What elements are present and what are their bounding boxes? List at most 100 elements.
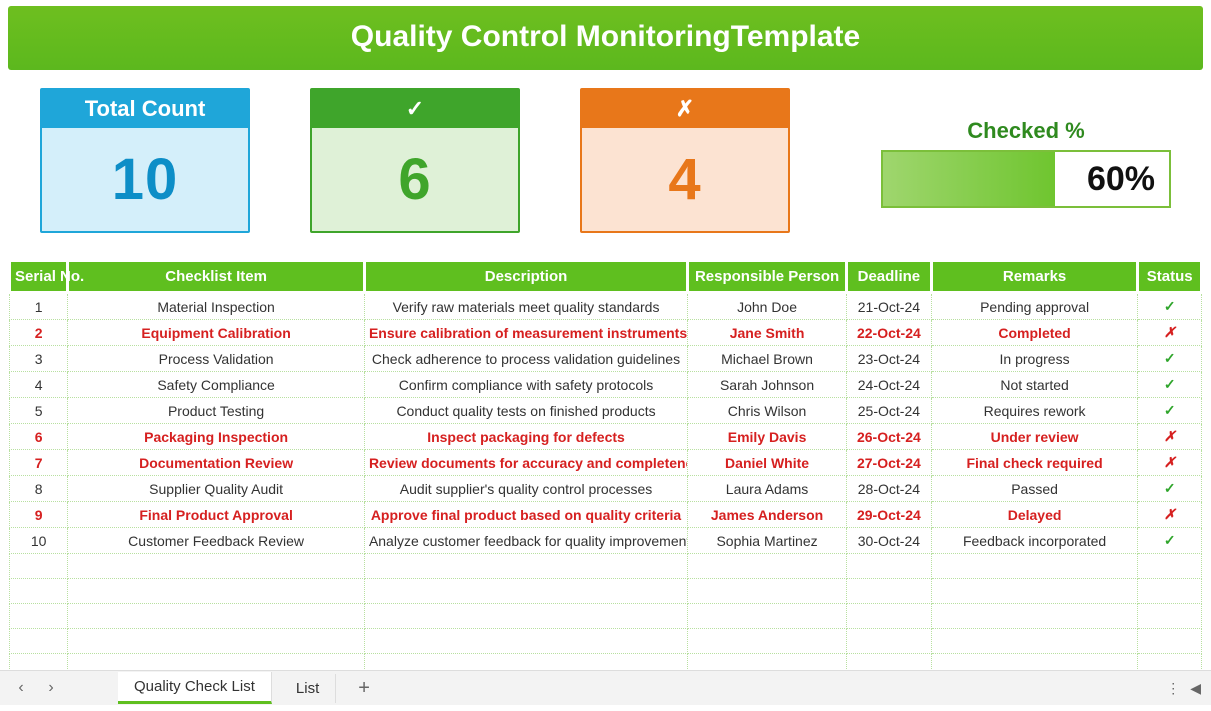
cell-item[interactable]: Process Validation — [68, 346, 365, 372]
header-status[interactable]: Status — [1138, 261, 1202, 293]
empty-cell[interactable] — [1138, 554, 1202, 579]
cell-deadline[interactable]: 21-Oct-24 — [847, 293, 932, 320]
cell-deadline[interactable]: 24-Oct-24 — [847, 372, 932, 398]
empty-cell[interactable] — [68, 604, 365, 629]
empty-cell[interactable] — [931, 604, 1138, 629]
cell-remarks[interactable]: Under review — [931, 424, 1138, 450]
cell-item[interactable]: Final Product Approval — [68, 502, 365, 528]
empty-cell[interactable] — [68, 629, 365, 654]
cell-person[interactable]: Sophia Martinez — [688, 528, 847, 554]
cell-remarks[interactable]: Completed — [931, 320, 1138, 346]
cell-serial[interactable]: 8 — [10, 476, 68, 502]
cell-remarks[interactable]: Feedback incorporated — [931, 528, 1138, 554]
table-row-empty[interactable] — [10, 604, 1202, 629]
table-row[interactable]: 2Equipment CalibrationEnsure calibration… — [10, 320, 1202, 346]
cell-remarks[interactable]: Pending approval — [931, 293, 1138, 320]
cell-desc[interactable]: Check adherence to process validation gu… — [364, 346, 687, 372]
cell-remarks[interactable]: Delayed — [931, 502, 1138, 528]
cell-item[interactable]: Product Testing — [68, 398, 365, 424]
cell-status[interactable]: ✓ — [1138, 346, 1202, 372]
table-row[interactable]: 6Packaging InspectionInspect packaging f… — [10, 424, 1202, 450]
cell-desc[interactable]: Verify raw materials meet quality standa… — [364, 293, 687, 320]
cell-serial[interactable]: 5 — [10, 398, 68, 424]
collapse-left-icon[interactable]: ◀ — [1190, 680, 1201, 697]
cell-desc[interactable]: Confirm compliance with safety protocols — [364, 372, 687, 398]
empty-cell[interactable] — [364, 579, 687, 604]
cell-desc[interactable]: Inspect packaging for defects — [364, 424, 687, 450]
empty-cell[interactable] — [847, 554, 932, 579]
tab-quality-check-list[interactable]: Quality Check List — [118, 672, 272, 704]
cell-desc[interactable]: Analyze customer feedback for quality im… — [364, 528, 687, 554]
empty-cell[interactable] — [847, 629, 932, 654]
empty-cell[interactable] — [10, 554, 68, 579]
cell-serial[interactable]: 3 — [10, 346, 68, 372]
cell-person[interactable]: Laura Adams — [688, 476, 847, 502]
cell-remarks[interactable]: In progress — [931, 346, 1138, 372]
cell-serial[interactable]: 2 — [10, 320, 68, 346]
cell-item[interactable]: Supplier Quality Audit — [68, 476, 365, 502]
header-serial[interactable]: Serial No. — [10, 261, 68, 293]
checklist-table[interactable]: Serial No. Checklist Item Description Re… — [8, 259, 1203, 679]
cell-status[interactable]: ✓ — [1138, 528, 1202, 554]
empty-cell[interactable] — [364, 604, 687, 629]
empty-cell[interactable] — [931, 554, 1138, 579]
cell-status[interactable]: ✓ — [1138, 398, 1202, 424]
table-row-empty[interactable] — [10, 554, 1202, 579]
cell-serial[interactable]: 7 — [10, 450, 68, 476]
cell-remarks[interactable]: Requires rework — [931, 398, 1138, 424]
empty-cell[interactable] — [847, 579, 932, 604]
cell-remarks[interactable]: Passed — [931, 476, 1138, 502]
empty-cell[interactable] — [1138, 629, 1202, 654]
cell-desc[interactable]: Ensure calibration of measurement instru… — [364, 320, 687, 346]
add-sheet-button[interactable]: + — [344, 677, 384, 700]
empty-cell[interactable] — [364, 629, 687, 654]
cell-desc[interactable]: Approve final product based on quality c… — [364, 502, 687, 528]
cell-item[interactable]: Documentation Review — [68, 450, 365, 476]
table-row[interactable]: 8Supplier Quality AuditAudit supplier's … — [10, 476, 1202, 502]
cell-remarks[interactable]: Not started — [931, 372, 1138, 398]
empty-cell[interactable] — [10, 579, 68, 604]
header-remarks[interactable]: Remarks — [931, 261, 1138, 293]
cell-deadline[interactable]: 26-Oct-24 — [847, 424, 932, 450]
cell-desc[interactable]: Conduct quality tests on finished produc… — [364, 398, 687, 424]
cell-person[interactable]: Emily Davis — [688, 424, 847, 450]
cell-status[interactable]: ✓ — [1138, 372, 1202, 398]
cell-deadline[interactable]: 27-Oct-24 — [847, 450, 932, 476]
empty-cell[interactable] — [1138, 579, 1202, 604]
cell-status[interactable]: ✗ — [1138, 502, 1202, 528]
tab-nav-prev[interactable]: ‹ — [10, 679, 32, 697]
cell-serial[interactable]: 9 — [10, 502, 68, 528]
cell-item[interactable]: Equipment Calibration — [68, 320, 365, 346]
header-deadline[interactable]: Deadline — [847, 261, 932, 293]
cell-remarks[interactable]: Final check required — [931, 450, 1138, 476]
tab-nav-next[interactable]: › — [40, 679, 62, 697]
header-item[interactable]: Checklist Item — [68, 261, 365, 293]
cell-desc[interactable]: Audit supplier's quality control process… — [364, 476, 687, 502]
empty-cell[interactable] — [688, 579, 847, 604]
cell-status[interactable]: ✓ — [1138, 476, 1202, 502]
cell-person[interactable]: Daniel White — [688, 450, 847, 476]
cell-person[interactable]: Jane Smith — [688, 320, 847, 346]
cell-person[interactable]: Michael Brown — [688, 346, 847, 372]
table-row[interactable]: 5Product TestingConduct quality tests on… — [10, 398, 1202, 424]
table-row[interactable]: 4Safety ComplianceConfirm compliance wit… — [10, 372, 1202, 398]
cell-status[interactable]: ✓ — [1138, 293, 1202, 320]
empty-cell[interactable] — [68, 554, 365, 579]
table-row[interactable]: 10Customer Feedback ReviewAnalyze custom… — [10, 528, 1202, 554]
empty-cell[interactable] — [847, 604, 932, 629]
cell-serial[interactable]: 10 — [10, 528, 68, 554]
cell-deadline[interactable]: 28-Oct-24 — [847, 476, 932, 502]
cell-person[interactable]: John Doe — [688, 293, 847, 320]
empty-cell[interactable] — [1138, 604, 1202, 629]
cell-person[interactable]: James Anderson — [688, 502, 847, 528]
empty-cell[interactable] — [688, 554, 847, 579]
cell-serial[interactable]: 6 — [10, 424, 68, 450]
cell-deadline[interactable]: 29-Oct-24 — [847, 502, 932, 528]
table-row[interactable]: 1Material InspectionVerify raw materials… — [10, 293, 1202, 320]
tab-list[interactable]: List — [280, 674, 336, 703]
cell-person[interactable]: Sarah Johnson — [688, 372, 847, 398]
table-row-empty[interactable] — [10, 579, 1202, 604]
header-desc[interactable]: Description — [364, 261, 687, 293]
cell-status[interactable]: ✗ — [1138, 450, 1202, 476]
cell-serial[interactable]: 1 — [10, 293, 68, 320]
